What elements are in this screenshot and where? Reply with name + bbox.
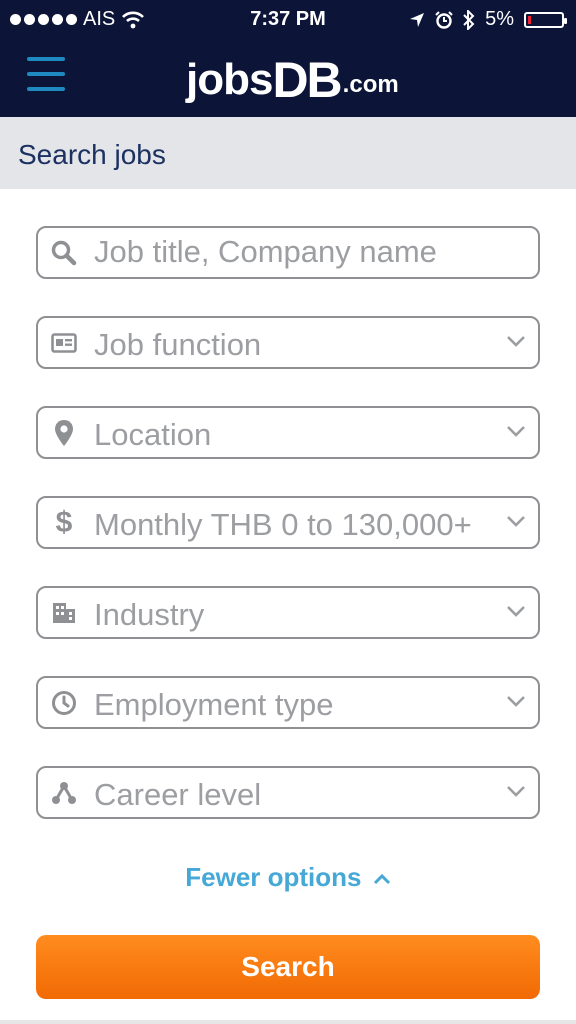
employment-type-label: Employment type xyxy=(94,687,334,722)
menu-button[interactable] xyxy=(27,57,65,91)
chevron-down-icon xyxy=(507,336,525,347)
fewer-options-link[interactable]: Fewer options xyxy=(0,862,576,893)
chevron-down-icon xyxy=(507,606,525,617)
location-select[interactable]: Location xyxy=(36,406,540,459)
page-title-bar: Search jobs xyxy=(0,117,576,189)
job-function-select[interactable]: Job function xyxy=(36,316,540,369)
employment-type-select[interactable]: Employment type xyxy=(36,676,540,729)
app-header: AIS 7:37 PM 5% jobs DB .com xyxy=(0,0,576,117)
chevron-up-icon xyxy=(373,874,390,885)
battery-icon xyxy=(524,11,567,28)
search-button[interactable]: Search xyxy=(36,935,540,999)
bluetooth-icon xyxy=(463,9,475,30)
status-bar: AIS 7:37 PM 5% xyxy=(0,0,576,38)
logo-jobs-text: jobs xyxy=(186,55,273,104)
industry-select[interactable]: Industry xyxy=(36,586,540,639)
clock-icon xyxy=(51,690,77,716)
career-level-label: Career level xyxy=(94,777,262,812)
chevron-down-icon xyxy=(507,426,525,437)
battery-percent: 5% xyxy=(485,8,514,30)
salary-select[interactable]: $ Monthly THB 0 to 130,000+ xyxy=(36,496,540,549)
career-level-select[interactable]: Career level xyxy=(36,766,540,819)
keyword-field[interactable] xyxy=(36,226,540,279)
keyword-input[interactable] xyxy=(94,232,524,272)
location-label: Location xyxy=(94,417,212,452)
logo-db-text: DB xyxy=(272,52,342,108)
logo-com-text: .com xyxy=(342,71,399,98)
search-icon xyxy=(51,240,77,266)
salary-label: Monthly THB 0 to 130,000+ xyxy=(94,507,472,542)
location-arrow-icon xyxy=(410,12,425,27)
chevron-down-icon xyxy=(507,516,525,527)
building-icon xyxy=(51,600,77,626)
industry-label: Industry xyxy=(94,597,205,632)
map-pin-icon xyxy=(51,420,77,446)
alarm-clock-icon xyxy=(435,10,453,29)
id-card-icon xyxy=(51,330,77,356)
chevron-down-icon xyxy=(507,786,525,797)
jobsdb-logo[interactable]: jobs DB .com xyxy=(186,52,399,108)
fewer-options-label: Fewer options xyxy=(185,862,362,892)
chevron-down-icon xyxy=(507,696,525,707)
bottom-divider xyxy=(0,1020,576,1024)
job-function-label: Job function xyxy=(94,327,262,362)
page-title: Search jobs xyxy=(18,139,166,170)
dollar-icon: $ xyxy=(55,506,73,539)
hierarchy-icon xyxy=(51,780,77,806)
status-right: 5% xyxy=(409,8,567,31)
